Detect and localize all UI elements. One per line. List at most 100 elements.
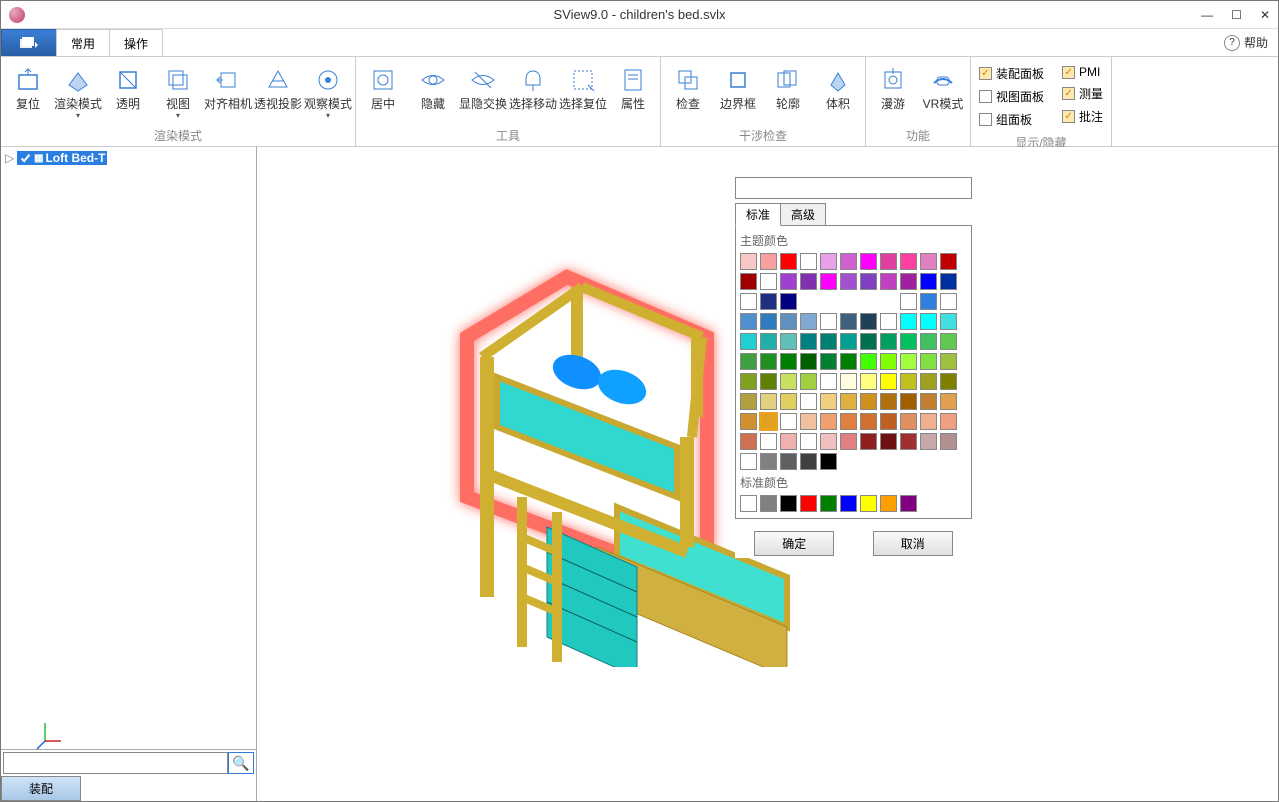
ribbon-button[interactable]: 轮廓 <box>763 61 813 115</box>
color-swatch[interactable] <box>940 273 957 290</box>
color-swatch[interactable] <box>740 333 757 350</box>
color-swatch[interactable] <box>880 413 897 430</box>
color-swatch[interactable] <box>780 333 797 350</box>
ribbon-button[interactable]: 边界框 <box>713 61 763 115</box>
tree-node-root[interactable]: ▦ Loft Bed-T <box>17 151 107 165</box>
color-swatch[interactable] <box>780 313 797 330</box>
color-swatch[interactable] <box>760 373 777 390</box>
color-swatch[interactable] <box>860 373 877 390</box>
cancel-button[interactable]: 取消 <box>873 531 953 556</box>
color-swatch[interactable] <box>820 393 837 410</box>
color-swatch[interactable] <box>860 495 877 512</box>
color-swatch[interactable] <box>780 273 797 290</box>
color-swatch[interactable] <box>740 273 757 290</box>
color-swatch[interactable] <box>880 433 897 450</box>
color-swatch[interactable] <box>860 313 877 330</box>
color-swatch[interactable] <box>800 353 817 370</box>
show-hide-checkbox[interactable]: 批注 <box>1062 108 1103 125</box>
show-hide-checkbox[interactable]: PMI <box>1062 65 1103 79</box>
color-swatch[interactable] <box>860 413 877 430</box>
ribbon-button[interactable]: 漫游 <box>868 61 918 115</box>
show-hide-checkbox[interactable]: 测量 <box>1062 85 1103 102</box>
color-swatch[interactable] <box>900 373 917 390</box>
color-swatch[interactable] <box>900 393 917 410</box>
color-swatch[interactable] <box>760 453 777 470</box>
color-swatch[interactable] <box>820 413 837 430</box>
color-swatch[interactable] <box>800 253 817 270</box>
color-swatch[interactable] <box>840 333 857 350</box>
color-swatch[interactable] <box>920 413 937 430</box>
color-swatch[interactable] <box>820 433 837 450</box>
color-swatch[interactable] <box>880 313 897 330</box>
color-swatch[interactable] <box>780 353 797 370</box>
color-swatch[interactable] <box>780 453 797 470</box>
color-swatch[interactable] <box>840 253 857 270</box>
ribbon-button[interactable]: 居中 <box>358 61 408 115</box>
file-menu-button[interactable] <box>1 29 57 56</box>
color-swatch[interactable] <box>820 273 837 290</box>
ribbon-button[interactable]: VR模式 <box>918 61 968 115</box>
color-swatch[interactable] <box>860 353 877 370</box>
color-swatch[interactable] <box>880 253 897 270</box>
color-swatch[interactable] <box>880 495 897 512</box>
color-swatch[interactable] <box>760 273 777 290</box>
color-swatch[interactable] <box>740 495 757 512</box>
ribbon-button[interactable]: 视图▾ <box>153 61 203 124</box>
color-swatch[interactable] <box>800 393 817 410</box>
color-swatch[interactable] <box>900 293 917 310</box>
color-swatch[interactable] <box>940 293 957 310</box>
color-input[interactable] <box>735 177 972 199</box>
color-swatch[interactable] <box>780 393 797 410</box>
color-swatch[interactable] <box>920 373 937 390</box>
color-swatch[interactable] <box>860 333 877 350</box>
color-swatch[interactable] <box>920 393 937 410</box>
show-hide-checkbox[interactable]: 装配面板 <box>979 65 1044 82</box>
color-swatch[interactable] <box>740 413 757 430</box>
color-swatch[interactable] <box>920 433 937 450</box>
color-swatch[interactable] <box>800 333 817 350</box>
color-swatch[interactable] <box>940 313 957 330</box>
color-swatch[interactable] <box>780 433 797 450</box>
color-swatch[interactable] <box>880 333 897 350</box>
color-swatch[interactable] <box>800 495 817 512</box>
color-swatch[interactable] <box>920 353 937 370</box>
maximize-button[interactable]: ☐ <box>1231 8 1242 22</box>
ribbon-button[interactable]: 观察模式▾ <box>303 61 353 124</box>
color-swatch[interactable] <box>860 433 877 450</box>
color-swatch[interactable] <box>900 433 917 450</box>
color-swatch[interactable] <box>900 273 917 290</box>
ribbon-button[interactable]: 体积 <box>813 61 863 115</box>
color-swatch[interactable] <box>740 313 757 330</box>
model-tree[interactable]: ▷ ▦ Loft Bed-T <box>1 147 256 749</box>
color-swatch[interactable] <box>780 413 797 430</box>
ok-button[interactable]: 确定 <box>754 531 834 556</box>
color-swatch[interactable] <box>760 293 777 310</box>
color-swatch[interactable] <box>920 293 937 310</box>
color-swatch[interactable] <box>940 413 957 430</box>
color-swatch[interactable] <box>860 273 877 290</box>
tree-search-button[interactable]: 🔍 <box>228 752 254 774</box>
picker-tab-standard[interactable]: 标准 <box>735 203 781 226</box>
ribbon-button[interactable]: 透明 <box>103 61 153 115</box>
ribbon-button[interactable]: 复位 <box>3 61 53 115</box>
color-swatch[interactable] <box>860 393 877 410</box>
color-swatch[interactable] <box>780 373 797 390</box>
color-swatch[interactable] <box>940 333 957 350</box>
show-hide-checkbox[interactable]: 视图面板 <box>979 88 1044 105</box>
color-swatch[interactable] <box>940 353 957 370</box>
color-swatch[interactable] <box>920 273 937 290</box>
color-swatch[interactable] <box>760 393 777 410</box>
color-swatch[interactable] <box>840 313 857 330</box>
color-swatch[interactable] <box>760 495 777 512</box>
ribbon-button[interactable]: 选择移动 <box>508 61 558 115</box>
color-swatch[interactable] <box>880 273 897 290</box>
tab-common[interactable]: 常用 <box>56 29 110 56</box>
color-swatch[interactable] <box>840 393 857 410</box>
ribbon-button[interactable]: 隐藏 <box>408 61 458 115</box>
color-swatch[interactable] <box>820 353 837 370</box>
color-swatch[interactable] <box>900 495 917 512</box>
color-swatch[interactable] <box>740 373 757 390</box>
help-link[interactable]: 帮助 <box>1214 29 1278 56</box>
color-swatch[interactable] <box>900 353 917 370</box>
tab-operate[interactable]: 操作 <box>109 29 163 56</box>
